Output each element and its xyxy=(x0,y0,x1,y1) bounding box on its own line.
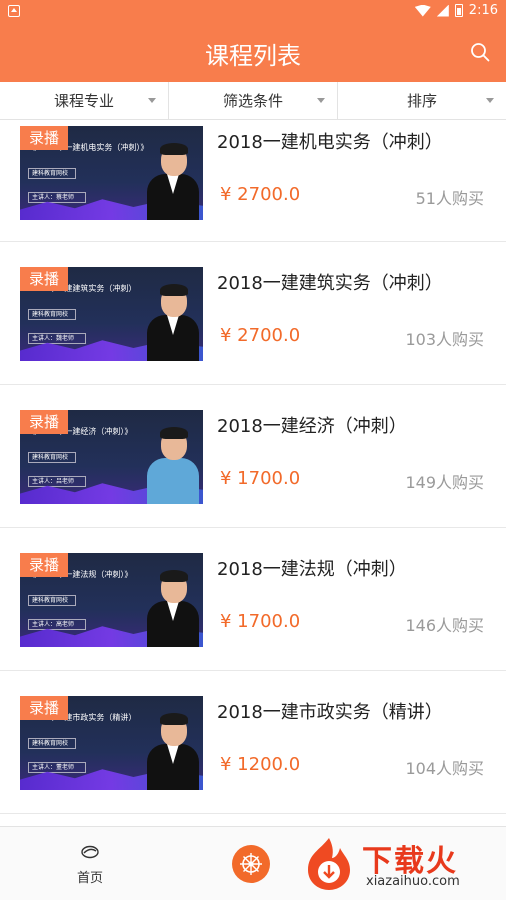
teacher-photo xyxy=(147,710,199,790)
course-price: ¥ 1700.0 xyxy=(220,468,301,489)
status-time: 2:16 xyxy=(468,3,498,18)
course-list[interactable]: 《2018年一建机电实务（冲刺）》 建科教育网校 主讲人：蔡老师 录播 2018… xyxy=(0,120,506,826)
teacher-photo xyxy=(147,424,199,504)
search-icon[interactable] xyxy=(470,42,490,62)
course-thumbnail[interactable]: 《2018年一建机电实务（冲刺）》 建科教育网校 主讲人：蔡老师 录播 xyxy=(20,126,203,220)
buyer-count: 103人购买 xyxy=(405,330,484,349)
course-item[interactable]: 《2018年一建法规（冲刺）》 建科教育网校 主讲人：高老师 录播 2018一建… xyxy=(0,529,506,671)
buyer-count: 104人购买 xyxy=(405,759,484,778)
course-title[interactable]: 2018一建经济（冲刺） xyxy=(217,412,407,438)
recorded-badge: 录播 xyxy=(20,696,68,720)
teacher-photo xyxy=(147,281,199,361)
thumbnail-teacher: 主讲人：高老师 xyxy=(28,619,86,630)
recorded-badge: 录播 xyxy=(20,410,68,434)
course-thumbnail[interactable]: 《2018年一建法规（冲刺）》 建科教育网校 主讲人：高老师 录播 xyxy=(20,553,203,647)
teacher-photo xyxy=(147,140,199,220)
course-price: ¥ 2700.0 xyxy=(220,184,301,205)
course-thumbnail[interactable]: 《2018年一建经济（冲刺）》 建科教育网校 主讲人：吕老师 录播 xyxy=(20,410,203,504)
thumbnail-school: 建科教育网校 xyxy=(28,309,76,320)
dropdown-caret-icon xyxy=(148,98,156,103)
tab-home-label: 首页 xyxy=(76,871,103,886)
course-thumbnail[interactable]: 2018年一建市政实务（精讲） 建科教育网校 主讲人：董老师 录播 xyxy=(20,696,203,790)
thumbnail-school: 建科教育网校 xyxy=(28,452,76,463)
fire-logo-icon xyxy=(308,838,350,890)
filter-major-label: 课程专业 xyxy=(53,92,114,110)
signal-icon xyxy=(436,4,449,17)
course-price: ¥ 1700.0 xyxy=(220,611,301,632)
watermark-logo: 下载火 xiazaihuo.com xyxy=(300,832,506,896)
course-thumbnail[interactable]: 2018年一建建筑实务（冲刺） 建科教育网校 主讲人：魏老师 录播 xyxy=(20,267,203,361)
course-item[interactable]: 2018年一建建筑实务（冲刺） 建科教育网校 主讲人：魏老师 录播 2018一建… xyxy=(0,243,506,385)
home-icon xyxy=(81,845,99,859)
course-title[interactable]: 2018一建建筑实务（冲刺） xyxy=(217,269,443,295)
filter-conditions-label: 筛选条件 xyxy=(222,92,283,110)
course-title[interactable]: 2018一建市政实务（精讲） xyxy=(217,698,443,724)
thumbnail-school: 建科教育网校 xyxy=(28,168,76,179)
course-price: ¥ 1200.0 xyxy=(220,754,301,775)
app-bar: 课程列表 xyxy=(0,22,506,82)
center-action-button[interactable] xyxy=(232,845,270,883)
watermark-url: xiazaihuo.com xyxy=(366,874,460,889)
teacher-photo xyxy=(147,567,199,647)
course-item[interactable]: 2018年一建市政实务（精讲） 建科教育网校 主讲人：董老师 录播 2018一建… xyxy=(0,672,506,814)
notification-icon xyxy=(8,5,20,17)
filter-conditions[interactable]: 筛选条件 xyxy=(169,82,338,119)
recorded-badge: 录播 xyxy=(20,126,68,150)
filter-major[interactable]: 课程专业 xyxy=(0,82,169,119)
thumbnail-school: 建科教育网校 xyxy=(28,738,76,749)
thumbnail-school: 建科教育网校 xyxy=(28,595,76,606)
battery-icon xyxy=(454,4,463,17)
thumbnail-teacher: 主讲人：吕老师 xyxy=(28,476,86,487)
tab-home[interactable]: 首页 xyxy=(60,845,120,886)
dropdown-caret-icon xyxy=(486,98,494,103)
buyer-count: 146人购买 xyxy=(405,616,484,635)
course-title[interactable]: 2018一建法规（冲刺） xyxy=(217,555,407,581)
page-title: 课程列表 xyxy=(205,42,301,70)
wifi-icon xyxy=(414,4,431,17)
course-item[interactable]: 《2018年一建机电实务（冲刺）》 建科教育网校 主讲人：蔡老师 录播 2018… xyxy=(0,120,506,242)
filter-bar: 课程专业 筛选条件 排序 xyxy=(0,82,506,120)
status-bar: 2:16 xyxy=(0,0,506,22)
course-item[interactable]: 《2018年一建经济（冲刺）》 建科教育网校 主讲人：吕老师 录播 2018一建… xyxy=(0,386,506,528)
filter-sort[interactable]: 排序 xyxy=(338,82,506,119)
thumbnail-teacher: 主讲人：魏老师 xyxy=(28,333,86,344)
buyer-count: 51人购买 xyxy=(415,189,484,208)
thumbnail-teacher: 主讲人：蔡老师 xyxy=(28,192,86,203)
recorded-badge: 录播 xyxy=(20,267,68,291)
recorded-badge: 录播 xyxy=(20,553,68,577)
buyer-count: 149人购买 xyxy=(405,473,484,492)
thumbnail-teacher: 主讲人：董老师 xyxy=(28,762,86,773)
filter-sort-label: 排序 xyxy=(406,92,437,110)
course-price: ¥ 2700.0 xyxy=(220,325,301,346)
dropdown-caret-icon xyxy=(317,98,325,103)
course-title[interactable]: 2018一建机电实务（冲刺） xyxy=(217,128,443,154)
wheel-icon xyxy=(240,853,262,875)
